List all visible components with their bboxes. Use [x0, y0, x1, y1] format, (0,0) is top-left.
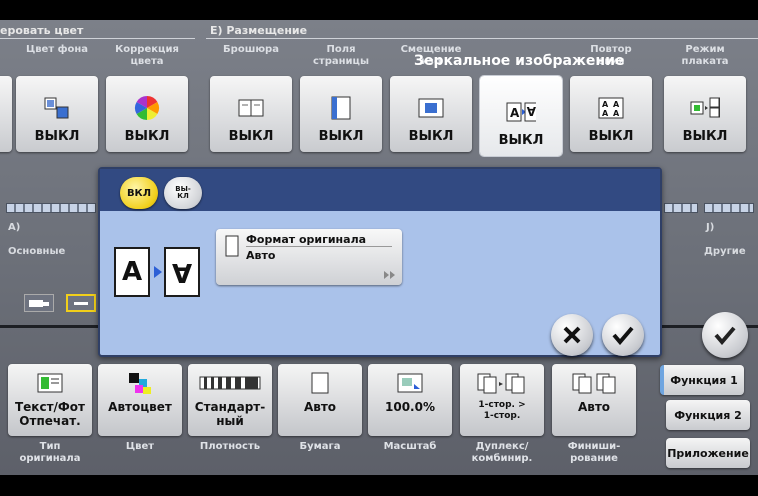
setting-label: Бумага — [299, 441, 341, 452]
image-shift-button[interactable]: ВЫКЛ — [390, 76, 472, 152]
function-label: Коррекция цвета — [115, 44, 179, 67]
category-tab-other[interactable]: Другие — [704, 246, 746, 257]
density-scale-icon — [199, 370, 261, 396]
setting-value: 100.0% — [385, 400, 435, 414]
on-button[interactable]: ВКЛ — [120, 177, 158, 209]
tab-function-2[interactable]: Функция 2 — [666, 400, 750, 430]
page-margin-icon — [326, 95, 356, 121]
function-value: ВЫКЛ — [228, 129, 274, 144]
setting-value: Автоцвет — [108, 400, 172, 414]
arrow-right-icon — [154, 266, 162, 278]
mirrored-letter: A — [171, 257, 193, 287]
check-icon — [612, 326, 634, 345]
hidden-function-button[interactable] — [0, 76, 12, 152]
book-icon — [236, 95, 266, 121]
function-value: ВЫКЛ — [498, 133, 544, 148]
function-value: ВЫКЛ — [588, 129, 634, 144]
poster-mode-icon — [690, 95, 720, 121]
document-icon — [225, 235, 239, 257]
function-value: ВЫКЛ — [124, 129, 170, 144]
setting-value: Текст/Фот Отпечат. — [14, 400, 86, 428]
original-format-button[interactable]: Формат оригинала Авто — [216, 229, 402, 285]
active-function-title: Зеркальное изображение — [414, 53, 625, 69]
svg-text:A: A — [510, 106, 520, 120]
double-arrow-icon — [384, 271, 395, 279]
color-button[interactable]: Автоцвет — [98, 364, 182, 436]
page-margin-button[interactable]: ВЫКЛ — [300, 76, 382, 152]
mirror-image-icon: AA — [506, 99, 536, 125]
setting-label: Масштаб — [383, 441, 437, 452]
category-tab-letter: J) — [706, 222, 715, 233]
svg-text:A: A — [613, 109, 620, 118]
tab-application[interactable]: Приложение — [666, 438, 750, 468]
copy-mode-icon[interactable] — [66, 294, 96, 312]
function-value: ВЫКЛ — [408, 129, 454, 144]
cancel-button[interactable] — [551, 314, 593, 356]
original-format-value: Авто — [246, 249, 276, 262]
function-label: Поля страницы — [312, 44, 369, 67]
setting-label: Финиши- рование — [567, 441, 621, 464]
function-value: ВЫКЛ — [34, 129, 80, 144]
image-shift-icon — [416, 95, 446, 121]
svg-text:A: A — [602, 100, 609, 109]
setting-label: Дуплекс/ комбинир. — [471, 441, 533, 464]
function-value: ВЫКЛ — [682, 129, 728, 144]
section-divider — [0, 38, 195, 39]
poster-mode-button[interactable]: ВЫКЛ — [664, 76, 746, 152]
color-adjust-header: еровать цвет — [0, 24, 84, 37]
scan-mode-icon[interactable] — [24, 294, 54, 312]
setting-label: Плотность — [199, 441, 261, 452]
tab-function-1[interactable]: Функция 1 — [660, 365, 744, 395]
paper-button[interactable]: Авто — [278, 364, 362, 436]
mirror-image-button[interactable]: AA ВЫКЛ — [480, 76, 562, 156]
finishing-button[interactable]: Авто — [552, 364, 636, 436]
svg-text:A: A — [526, 104, 536, 118]
function-label: Брошюра — [223, 44, 279, 55]
image-repeat-icon: AAAA — [596, 95, 626, 121]
field-divider — [246, 246, 392, 247]
category-tab-stripe-left[interactable] — [6, 203, 96, 213]
off-button[interactable]: ВЫ- КЛ — [164, 177, 202, 209]
original-format-title: Формат оригинала — [246, 233, 367, 246]
setting-value: Авто — [577, 400, 611, 414]
paper-icon — [310, 370, 330, 396]
setting-value: 1-стор. > 1-стор. — [478, 400, 526, 421]
close-icon — [563, 326, 581, 344]
density-button[interactable]: Стандарт- ный — [188, 364, 272, 436]
setting-label: Цвет — [125, 441, 155, 452]
duplex-combine-button[interactable]: 1-стор. > 1-стор. — [460, 364, 544, 436]
function-value: ВЫКЛ — [318, 129, 364, 144]
layout-header: E) Размещение — [210, 24, 308, 37]
background-color-button[interactable]: ВЫКЛ — [16, 76, 98, 152]
text-photo-icon — [36, 370, 64, 396]
svg-text:A: A — [602, 109, 609, 118]
finishing-icon — [571, 370, 617, 396]
setting-value: Стандарт- ный — [194, 400, 266, 428]
category-tab-letter: A) — [8, 222, 21, 233]
copier-screen: еровать цвет E) Размещение Цвет фона Кор… — [0, 20, 758, 475]
svg-text:A: A — [613, 100, 620, 109]
original-letter-preview: A — [114, 247, 150, 297]
mirrored-letter-preview: A — [164, 247, 200, 297]
category-tab-stripe-right[interactable] — [664, 203, 698, 213]
zoom-icon — [396, 370, 424, 396]
original-type-button[interactable]: Текст/Фот Отпечат. — [8, 364, 92, 436]
section-divider — [206, 38, 758, 39]
function-label: Цвет фона — [25, 44, 89, 55]
category-tab-basic[interactable]: Основные — [8, 246, 65, 257]
zoom-button[interactable]: 100.0% — [368, 364, 452, 436]
function-label: Режим плаката — [681, 44, 729, 67]
setting-label: Тип оригинала — [19, 441, 81, 464]
background-color-icon — [42, 95, 72, 121]
image-repeat-button[interactable]: AAAA ВЫКЛ — [570, 76, 652, 152]
auto-color-icon — [127, 370, 153, 396]
category-tab-stripe-right[interactable] — [704, 203, 754, 213]
ok-button[interactable] — [602, 314, 644, 356]
duplex-icon — [476, 370, 528, 396]
booklet-button[interactable]: ВЫКЛ — [210, 76, 292, 152]
color-wheel-icon — [132, 95, 162, 121]
setting-value: Авто — [303, 400, 337, 414]
start-confirm-button[interactable] — [702, 312, 748, 358]
color-correction-button[interactable]: ВЫКЛ — [106, 76, 188, 152]
